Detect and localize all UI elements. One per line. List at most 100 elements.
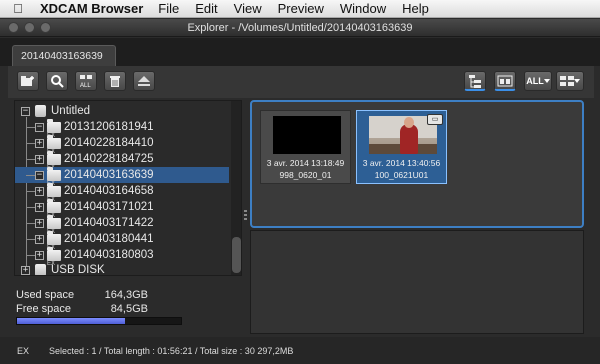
folder-icon: EX (47, 166, 61, 187)
delete-button[interactable] (104, 71, 126, 91)
tab-20140403163639[interactable]: 20140403163639 (12, 45, 116, 66)
svg-text:ALL: ALL (80, 83, 91, 88)
tree-item-untitled[interactable]: − Untitled (15, 103, 229, 119)
free-space-value: 84,5GB (110, 303, 148, 315)
free-space-label: Free space (16, 303, 72, 315)
collapse-icon[interactable]: − (21, 106, 30, 116)
used-space-label: Used space (16, 289, 75, 301)
tree-item-folder[interactable]: − EX 20131206181941 (15, 118, 229, 139)
tree-scrollbar[interactable] (231, 101, 241, 275)
free-space-row: Free space 84,5GB (16, 303, 148, 315)
menu-preview[interactable]: Preview (278, 1, 324, 16)
tree-scrollbar-thumb[interactable] (232, 237, 241, 273)
expand-icon[interactable]: + (35, 154, 44, 164)
thumbnail-layout-icon (560, 76, 574, 86)
clip-name: 100_0621U01 (374, 170, 429, 180)
window-title: Explorer - /Volumes/Untitled/20140403163… (187, 22, 413, 34)
collapse-icon[interactable]: − (35, 170, 44, 180)
search-icon (51, 75, 64, 88)
trash-icon (110, 76, 120, 87)
clip-preview-image (273, 116, 341, 154)
menu-file[interactable]: File (158, 1, 179, 16)
new-folder-button[interactable] (17, 71, 39, 91)
folder-icon: EX (47, 230, 61, 251)
tree-item-folder[interactable]: + EX 20140403180441 (15, 230, 229, 251)
expand-icon[interactable]: + (35, 186, 44, 196)
collapse-icon[interactable]: − (35, 122, 44, 132)
tree-item-usb-disk[interactable]: + USB DISK (15, 262, 229, 275)
tree-item-label: Untitled (51, 105, 90, 117)
disk-usage-fill (17, 318, 126, 324)
status-summary: Selected : 1 / Total length : 01:56:21 /… (49, 345, 294, 356)
expand-icon[interactable]: + (21, 265, 30, 275)
tree-view-icon (469, 74, 481, 88)
all-filter-label: ALL (526, 76, 544, 86)
tree-item-label: 20140403180803 (64, 249, 154, 261)
used-space-value: 164,3GB (104, 289, 148, 301)
expand-icon[interactable]: + (35, 138, 44, 148)
eject-icon (138, 76, 150, 86)
folder-icon: EX (47, 118, 61, 139)
tree-item-folder[interactable]: + EX 20140403180803 (15, 246, 229, 267)
tree-item-folder-selected[interactable]: − EX 20140403163639 (15, 166, 229, 187)
clip-view-button[interactable] (494, 71, 516, 91)
tree-item-folder[interactable]: + EX 20140403171021 (15, 198, 229, 219)
tree-item-label: 20140228184410 (64, 137, 154, 149)
search-button[interactable] (46, 71, 68, 91)
apple-menu-icon[interactable]:  (0, 1, 36, 16)
tree-item-folder[interactable]: + EX 20140228184725 (15, 150, 229, 171)
clip-thumbnail[interactable]: 3 avr. 2014 13:18:49 998_0620_01 (260, 110, 351, 184)
eject-button[interactable] (133, 71, 155, 91)
disk-icon (35, 264, 46, 275)
select-all-icon: ALL (80, 75, 92, 88)
used-space-row: Used space 164,3GB (16, 289, 148, 301)
chevron-down-icon (543, 79, 550, 83)
window-title-bar: Explorer - /Volumes/Untitled/20140403163… (0, 19, 600, 37)
menu-window[interactable]: Window (340, 1, 386, 16)
expand-icon[interactable]: + (35, 202, 44, 212)
expand-icon[interactable]: + (35, 234, 44, 244)
tree-item-folder[interactable]: + EX 20140403164658 (15, 182, 229, 203)
folder-icon: EX (47, 198, 61, 219)
folder-icon: EX (47, 182, 61, 203)
status-bar: EX Selected : 1 / Total length : 01:56:2… (0, 337, 600, 364)
all-filter-dropdown[interactable]: ALL (524, 71, 552, 91)
menu-view[interactable]: View (234, 1, 262, 16)
folder-icon: EX (47, 150, 61, 171)
disk-icon (35, 105, 46, 117)
tree-item-label: 20131206181941 (64, 121, 154, 133)
tree-item-label: 20140403171422 (64, 217, 154, 229)
select-all-button[interactable]: ALL (75, 71, 97, 91)
tree-item-folder[interactable]: + EX 20140403171422 (15, 214, 229, 235)
tree-view-button[interactable] (464, 71, 486, 91)
clip-subclip-icon: ▭ (427, 114, 443, 125)
app-menu[interactable]: XDCAM Browser (40, 1, 143, 16)
clip-info-panel (250, 230, 584, 334)
disk-usage-bar (16, 317, 182, 325)
menu-edit[interactable]: Edit (195, 1, 217, 16)
tree-item-folder[interactable]: + EX 20140228184410 (15, 134, 229, 155)
tree-item-label: 20140403164658 (64, 185, 154, 197)
menu-help[interactable]: Help (402, 1, 429, 16)
clip-date: 3 avr. 2014 13:18:49 (266, 158, 345, 168)
clip-explorer[interactable]: 3 avr. 2014 13:18:49 998_0620_01 ▭ 3 avr… (250, 100, 584, 228)
clip-date: 3 avr. 2014 13:40:56 (362, 158, 441, 168)
chevron-down-icon (574, 79, 580, 83)
expand-icon[interactable]: + (35, 250, 44, 260)
tree-item-label: 20140403180441 (64, 233, 154, 245)
tree-item-label: 20140403163639 (64, 169, 154, 181)
thumbnail-layout-dropdown[interactable] (556, 71, 584, 91)
expand-icon[interactable]: + (35, 218, 44, 228)
tab-strip: 20140403163639 (0, 38, 600, 66)
toolbar: ALL ALL (8, 66, 594, 98)
new-folder-icon (21, 76, 34, 86)
clip-view-icon (497, 75, 513, 86)
folder-icon: EX (47, 246, 61, 267)
panel-splitter[interactable] (243, 100, 248, 334)
tree-item-label: 20140403171021 (64, 201, 154, 213)
menu-bar:  XDCAM Browser File Edit View Preview W… (0, 0, 600, 18)
clip-name: 998_0620_01 (279, 170, 332, 180)
clip-thumbnail-selected[interactable]: ▭ 3 avr. 2014 13:40:56 100_0621U01 (356, 110, 447, 184)
tree-item-label: 20140228184725 (64, 153, 154, 165)
folder-tree: − Untitled − EX 20131206181941 + EX 2014… (14, 100, 242, 276)
